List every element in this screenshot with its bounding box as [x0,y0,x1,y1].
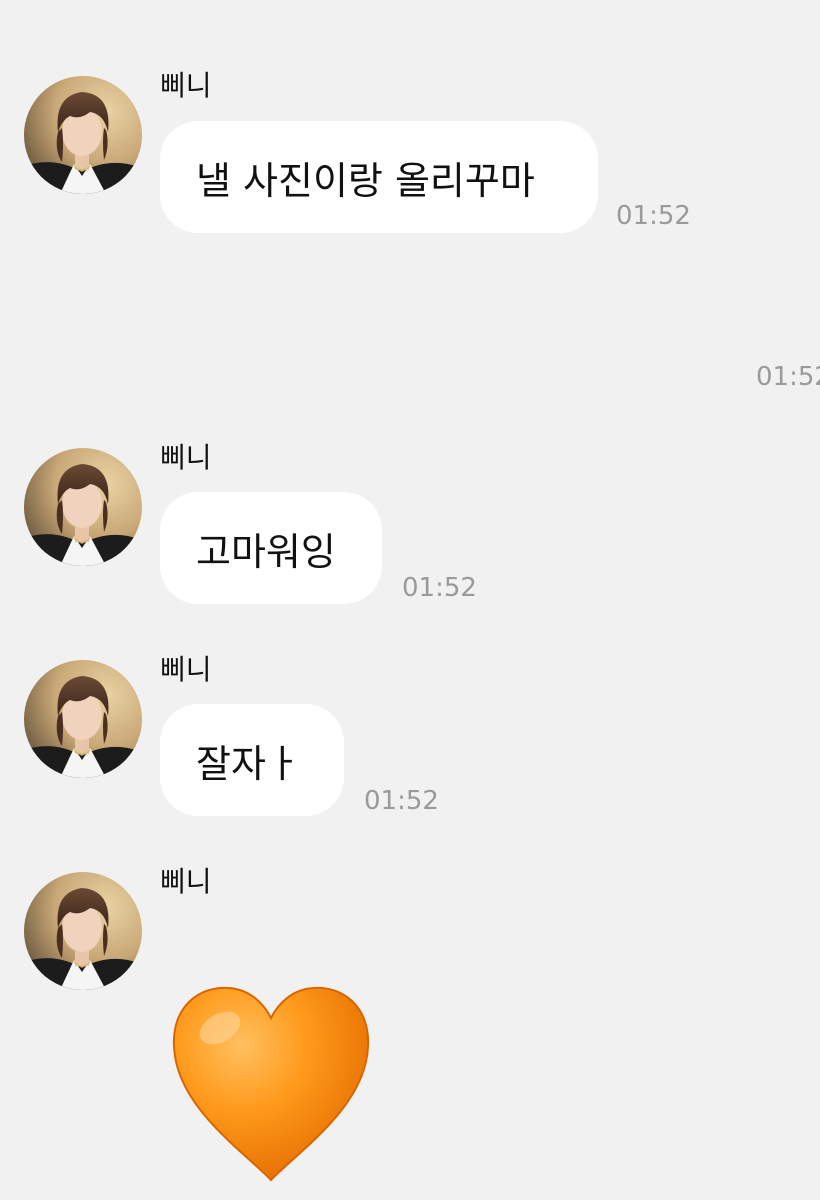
message-text: 잘자ㅏ [196,741,301,786]
sender-name: 삐니 [160,441,212,474]
sender-name: 삐니 [160,69,212,102]
message-timestamp: 01:52 [616,201,691,231]
message-timestamp: 01:52 [364,786,439,816]
message-text: 고마워잉 [196,529,336,574]
avatar[interactable] [24,872,142,990]
message-bubble[interactable]: 고마워잉 [160,492,382,604]
avatar[interactable] [24,76,142,194]
avatar[interactable] [24,448,142,566]
avatar[interactable] [24,660,142,778]
sender-name: 삐니 [160,653,212,686]
profile-photo [24,872,142,990]
message-bubble[interactable]: 낼 사진이랑 올리꾸마 [160,121,598,233]
sender-name: 삐니 [160,865,212,898]
message-timestamp: 01:52 [402,573,477,603]
profile-photo [24,660,142,778]
message-timestamp: 01:52 [756,362,820,392]
orange-heart-icon [172,986,370,1182]
profile-photo [24,76,142,194]
orange-heart-emoji[interactable] [168,984,374,1188]
message-bubble[interactable]: 잘자ㅏ [160,704,344,816]
profile-photo [24,448,142,566]
message-text: 낼 사진이랑 올리꾸마 [196,158,535,203]
